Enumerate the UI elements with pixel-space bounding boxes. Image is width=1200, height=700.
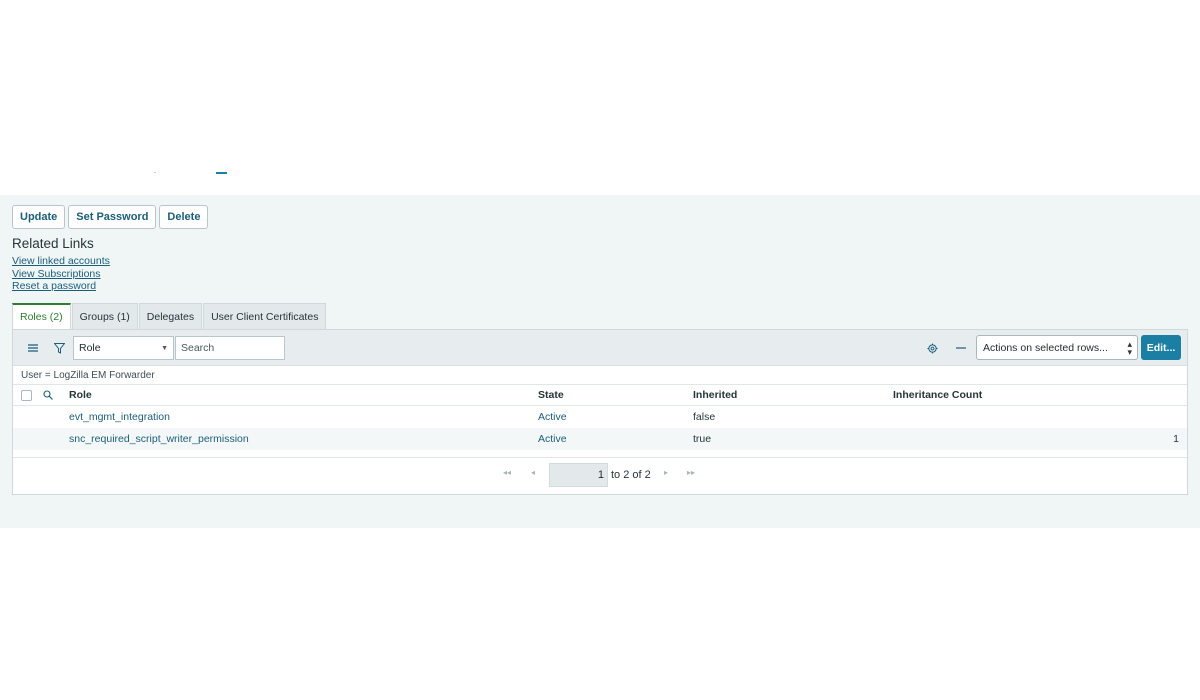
tab-delegates[interactable]: Delegates bbox=[138, 303, 203, 329]
inherited-cell: true bbox=[693, 433, 712, 445]
roles-list-panel: Role ▼ Actions on selected rows... ▴▾ Ed… bbox=[12, 329, 1188, 495]
state-cell[interactable]: Active bbox=[538, 428, 567, 450]
tab-roles[interactable]: Roles (2) bbox=[12, 303, 71, 329]
funnel-icon[interactable] bbox=[49, 338, 69, 358]
state-cell[interactable]: Active bbox=[538, 406, 567, 428]
table-header: Role State Inherited Inheritance Count bbox=[13, 384, 1187, 406]
double-chevron-right-icon[interactable]: ▸▸ bbox=[687, 468, 695, 477]
pagination: ◂◂ ◂ 1 to 2 of 2 ▸ ▸▸ bbox=[13, 457, 1187, 494]
set-password-button[interactable]: Set Password bbox=[68, 205, 157, 229]
header-area bbox=[0, 0, 1200, 195]
form-button-row: Update Set Password Delete bbox=[12, 205, 209, 229]
page-count-text: to 2 of 2 bbox=[611, 469, 651, 481]
header-dot bbox=[154, 172, 156, 173]
breadcrumb[interactable]: User = LogZilla EM Forwarder bbox=[21, 366, 155, 384]
tab-groups[interactable]: Groups (1) bbox=[71, 303, 138, 329]
edit-button[interactable]: Edit... bbox=[1141, 335, 1181, 360]
filter-field-select[interactable]: Role ▼ bbox=[73, 336, 174, 360]
search-input[interactable] bbox=[175, 336, 285, 360]
column-header-role[interactable]: Role bbox=[69, 385, 92, 405]
inheritance-count-cell: 1 bbox=[1173, 433, 1179, 445]
header-underline bbox=[216, 172, 227, 174]
list-toolbar: Role ▼ Actions on selected rows... ▴▾ Ed… bbox=[13, 330, 1187, 366]
tab-user-client-certificates[interactable]: User Client Certificates bbox=[203, 303, 327, 329]
select-all-checkbox-cell bbox=[21, 385, 32, 405]
view-subscriptions-link[interactable]: View Subscriptions bbox=[12, 268, 110, 281]
inherited-cell: false bbox=[693, 411, 716, 423]
chevron-down-icon: ▼ bbox=[161, 345, 168, 352]
page-number-input[interactable]: 1 bbox=[549, 463, 608, 487]
related-list-tabs: Roles (2) Groups (1) Delegates User Clie… bbox=[12, 303, 327, 329]
magnifier-icon[interactable] bbox=[43, 385, 53, 405]
reset-password-link[interactable]: Reset a password bbox=[12, 280, 110, 293]
column-header-state[interactable]: State bbox=[538, 385, 564, 405]
table-row: snc_required_script_writer_permission Ac… bbox=[13, 428, 1187, 450]
table-row: evt_mgmt_integration Active false bbox=[13, 406, 1187, 428]
minus-icon[interactable] bbox=[951, 338, 971, 358]
form-area: Update Set Password Delete Related Links… bbox=[0, 195, 1200, 528]
actions-select[interactable]: Actions on selected rows... ▴ ▾ bbox=[976, 335, 1138, 360]
filter-field-value: Role bbox=[79, 342, 101, 354]
actions-select-label: Actions on selected rows... bbox=[983, 341, 1108, 354]
related-links-list: View linked accounts View Subscriptions … bbox=[12, 255, 110, 293]
column-header-inherited[interactable]: Inherited bbox=[693, 385, 737, 405]
double-chevron-left-icon[interactable]: ◂◂ bbox=[503, 468, 511, 477]
view-linked-accounts-link[interactable]: View linked accounts bbox=[12, 255, 110, 268]
update-button[interactable]: Update bbox=[12, 205, 66, 229]
delete-button[interactable]: Delete bbox=[159, 205, 209, 229]
hamburger-icon[interactable] bbox=[23, 338, 43, 358]
chevron-left-icon[interactable]: ◂ bbox=[531, 468, 535, 477]
role-cell[interactable]: snc_required_script_writer_permission bbox=[69, 428, 249, 450]
sort-arrows-icon: ▴ ▾ bbox=[1127, 339, 1132, 357]
chevron-right-icon[interactable]: ▸ bbox=[664, 468, 668, 477]
column-header-inheritance-count[interactable]: Inheritance Count bbox=[893, 385, 982, 405]
select-all-checkbox[interactable] bbox=[21, 389, 32, 401]
related-links-title: Related Links bbox=[12, 236, 94, 251]
gear-icon[interactable] bbox=[922, 338, 942, 358]
role-cell[interactable]: evt_mgmt_integration bbox=[69, 406, 170, 428]
